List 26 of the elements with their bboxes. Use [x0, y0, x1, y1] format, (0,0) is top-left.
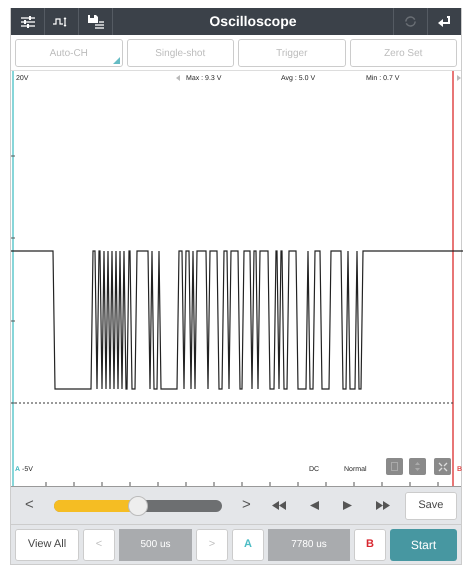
play-icon: [342, 501, 352, 510]
rewind-icon: [272, 501, 286, 510]
right-arrow-icon: [457, 75, 461, 81]
vertical-arrows-icon: [415, 462, 420, 471]
collapse-icon: [438, 462, 448, 472]
save-list-icon: [88, 14, 104, 28]
play-back-icon: [310, 501, 319, 510]
fast-forward-icon: [376, 501, 390, 510]
cursor-b-button[interactable]: B: [354, 528, 386, 560]
return-arrow-icon: [438, 16, 451, 28]
memory-card-icon: [391, 462, 398, 471]
start-button[interactable]: Start: [390, 528, 457, 560]
previous-button[interactable]: <: [83, 528, 115, 560]
time-division-value: 500 us: [119, 528, 192, 560]
view-all-button[interactable]: View All: [15, 528, 79, 560]
refresh-icon: [404, 15, 417, 28]
next-button[interactable]: >: [196, 528, 228, 560]
save-button[interactable]: Save: [404, 492, 457, 520]
cursor-time-value: 7780 us: [268, 528, 350, 560]
next-button[interactable]: >: [236, 494, 257, 517]
left-arrow-icon: [176, 75, 180, 81]
previous-button[interactable]: <: [19, 494, 40, 517]
window-title: Oscilloscope: [208, 12, 298, 31]
collapse-button[interactable]: [434, 458, 451, 475]
settings-icon: [20, 16, 34, 28]
cursor-a-button[interactable]: A: [232, 528, 264, 560]
